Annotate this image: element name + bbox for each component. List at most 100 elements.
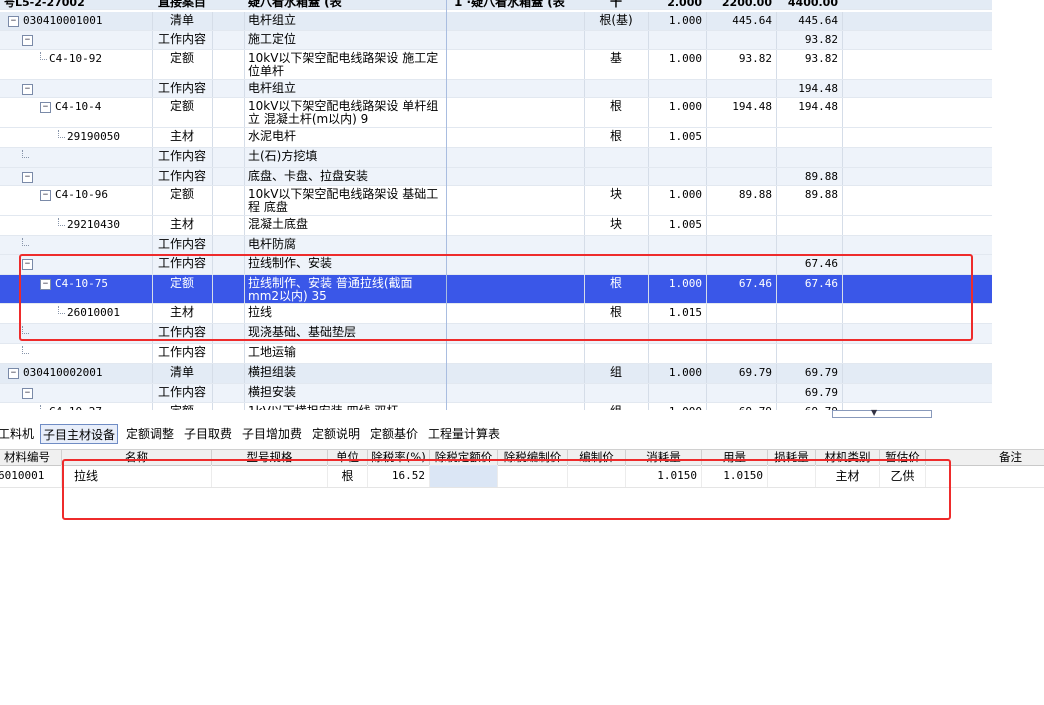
type-cell[interactable]: 工作内容	[152, 80, 212, 97]
collapse-toggle-icon[interactable]: −	[22, 258, 33, 270]
unit-price-cell[interactable]	[706, 236, 776, 254]
work-content-row[interactable]: − 工作内容 电杆组立 194.48	[0, 80, 992, 98]
quantity-cell[interactable]	[648, 324, 706, 343]
total-price-cell[interactable]	[776, 216, 842, 235]
quantity-cell[interactable]: 1.000	[648, 186, 706, 215]
material-code-cell[interactable]: 6010001	[0, 465, 62, 487]
name-cell[interactable]: 电杆组立	[244, 12, 446, 30]
unit-price-cell[interactable]	[706, 148, 776, 167]
total-price-cell[interactable]	[776, 148, 842, 167]
unit-cell[interactable]	[584, 31, 648, 49]
work-content-row[interactable]: 工作内容 现浇基础、基础垫层	[0, 324, 992, 344]
total-price-cell[interactable]: 93.82	[776, 50, 842, 79]
header-category[interactable]: 材机类别	[816, 450, 880, 465]
unit-price-cell[interactable]: 445.64	[706, 12, 776, 30]
material-estimate-cell[interactable]: 乙供	[880, 465, 926, 487]
name-cell[interactable]: 电杆防腐	[244, 236, 446, 254]
material-category-cell[interactable]: 主材	[816, 465, 880, 487]
name-cell[interactable]: 混凝土底盘	[244, 216, 446, 235]
unit-cell[interactable]	[584, 384, 648, 402]
unit-price-cell[interactable]	[706, 216, 776, 235]
type-cell[interactable]: 工作内容	[152, 31, 212, 49]
name-cell[interactable]: 10kV以下架空配电线路架设 单杆组立 混凝土杆(m以内) 9	[244, 98, 446, 127]
type-cell[interactable]: 工作内容	[152, 384, 212, 402]
unit-price-cell[interactable]	[706, 384, 776, 402]
header-tax-rate[interactable]: 除税率(%)	[368, 450, 430, 465]
unit-price-cell[interactable]	[706, 255, 776, 274]
quantity-cell[interactable]: 1.000	[648, 403, 706, 410]
material-unit-cell[interactable]: 根	[328, 465, 368, 487]
main-material-row[interactable]: 26010001 主材 拉线 根 1.015	[0, 304, 992, 324]
work-content-row[interactable]: − 工作内容 施工定位 93.82	[0, 31, 992, 50]
quantity-cell[interactable]	[648, 80, 706, 97]
material-name-cell[interactable]: 拉线	[62, 465, 212, 487]
unit-cell[interactable]: 根(基)	[584, 12, 648, 30]
total-price-cell[interactable]: 93.82	[776, 31, 842, 49]
main-material-row[interactable]: 29210430 主材 混凝土底盘 块 1.005	[0, 216, 992, 236]
tab-labor-material-machine[interactable]: 工料机	[0, 424, 36, 444]
name-cell[interactable]: 拉线制作、安装 普通拉线(截面mm2以内) 35	[244, 275, 446, 303]
unit-cell[interactable]: 基	[584, 50, 648, 79]
type-cell[interactable]: 定额	[152, 50, 212, 79]
top-partial-row[interactable]: 号L5-2-27002 直接案目 疑八看水箱蓋 (表 1 ·疑八看水箱蓋 (表 …	[0, 0, 992, 10]
type-cell[interactable]: 清单	[152, 12, 212, 30]
unit-cell[interactable]	[584, 168, 648, 185]
tab-quota-description[interactable]: 定额说明	[310, 424, 362, 444]
unit-cell[interactable]	[584, 236, 648, 254]
quantity-cell[interactable]: 1.000	[648, 12, 706, 30]
quantity-cell[interactable]: 1.000	[648, 98, 706, 127]
material-row[interactable]: 6010001 拉线 根 16.52 1.0150 1.0150 主材 乙供	[0, 465, 1044, 488]
quota-row[interactable]: − C4-10-4 定额 10kV以下架空配电线路架设 单杆组立 混凝土杆(m以内) …	[0, 98, 992, 128]
name-cell[interactable]: 横担安装	[244, 384, 446, 402]
name-cell[interactable]: 拉线制作、安装	[244, 255, 446, 274]
material-spec-cell[interactable]	[212, 465, 328, 487]
header-compiled-price[interactable]: 编制价	[568, 450, 626, 465]
type-cell[interactable]: 工作内容	[152, 344, 212, 363]
quota-row[interactable]: C4-10-27定额1kV以下横担安装 四线 双杆组1.00069.7969.7…	[0, 403, 992, 410]
work-content-row[interactable]: 工作内容 工地运输	[0, 344, 992, 364]
type-cell[interactable]: 定额	[152, 403, 212, 411]
header-tax-quota-price[interactable]: 除税定额价	[430, 450, 498, 465]
name-cell[interactable]: 1kV以下横担安装 四线 双杆	[244, 403, 446, 411]
material-remark-cell[interactable]	[926, 465, 1044, 487]
unit-price-cell[interactable]	[706, 304, 776, 323]
name-cell[interactable]: 工地运输	[244, 344, 446, 363]
header-usage[interactable]: 用量	[702, 450, 768, 465]
bill-item-row[interactable]: −030410002001 清单 横担组装组 1.000 69.79 69.79	[0, 364, 992, 384]
header-loss[interactable]: 损耗量	[768, 450, 816, 465]
quota-tree-grid[interactable]: 号L5-2-27002 直接案目 疑八看水箱蓋 (表 1 ·疑八看水箱蓋 (表 …	[0, 0, 992, 410]
unit-cell[interactable]	[584, 255, 648, 274]
name-cell[interactable]: 土(石)方挖填	[244, 148, 446, 167]
unit-cell[interactable]: 根	[584, 98, 648, 127]
header-estimate[interactable]: 暂估价	[880, 450, 926, 465]
collapse-toggle-icon[interactable]: −	[22, 171, 33, 183]
unit-price-cell[interactable]	[706, 324, 776, 343]
work-content-row[interactable]: 工作内容 土(石)方挖填	[0, 148, 992, 168]
unit-cell[interactable]: 块	[584, 186, 648, 215]
total-price-cell[interactable]	[776, 304, 842, 323]
collapse-toggle-icon[interactable]: −	[8, 15, 19, 27]
type-cell[interactable]: 定额	[152, 186, 212, 215]
total-price-cell[interactable]: 69.79	[776, 403, 842, 410]
material-tax-compiled-price-cell[interactable]	[498, 465, 568, 487]
tab-additional-fee[interactable]: 子目增加费	[240, 424, 304, 444]
type-cell[interactable]: 主材	[152, 216, 212, 235]
header-name[interactable]: 名称	[62, 450, 212, 465]
collapse-toggle-icon[interactable]: −	[22, 83, 33, 95]
header-tax-compiled-price[interactable]: 除税编制价	[498, 450, 568, 465]
quantity-cell[interactable]	[648, 236, 706, 254]
quantity-cell[interactable]: 1.000	[648, 364, 706, 383]
work-content-row[interactable]: − 工作内容 拉线制作、安装 67.46	[0, 255, 992, 275]
total-price-cell[interactable]: 194.48	[776, 80, 842, 97]
collapse-toggle-icon[interactable]: −	[40, 278, 51, 290]
unit-price-cell[interactable]	[706, 344, 776, 363]
unit-price-cell[interactable]	[706, 128, 776, 147]
total-price-cell[interactable]: 67.46	[776, 275, 842, 303]
main-material-row[interactable]: 29190050 主材 水泥电杆 根 1.005	[0, 128, 992, 148]
unit-cell[interactable]: 根	[584, 128, 648, 147]
name-cell[interactable]: 10kV以下架空配电线路架设 基础工程 底盘	[244, 186, 446, 215]
header-material-code[interactable]: 材料编号	[0, 450, 62, 465]
quantity-cell[interactable]	[648, 168, 706, 185]
tab-main-material-equipment[interactable]: 子目主材设备	[40, 424, 119, 444]
tab-fee-selection[interactable]: 子目取费	[182, 424, 234, 444]
